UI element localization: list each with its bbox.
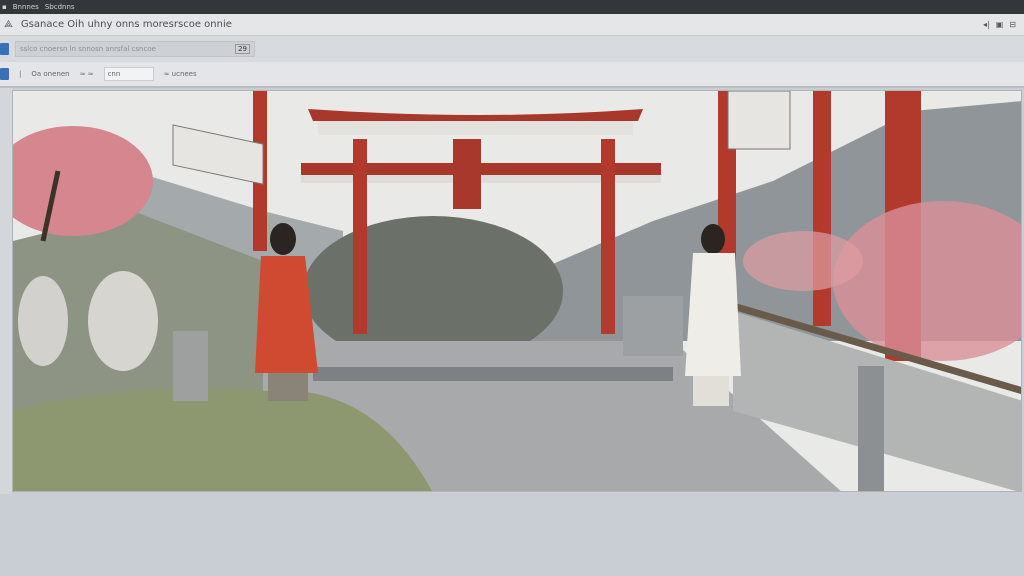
window-title: Gsanace Oih uhny onns moresrscoe onnie [20,19,232,30]
toolbar-item[interactable]: ≈ ucnees [164,70,197,78]
window-titlebar: ⟁ Gsanace Oih uhny onns moresrscoe onnie… [0,14,1024,36]
address-bar: sslco cnoersn ln snnosn anrsfal csncoe 2… [0,36,1024,62]
toolbar-item[interactable]: Oa onenen [31,70,69,78]
toolbar-item[interactable]: ≈ ≈ [80,70,94,78]
left-rail [0,88,12,494]
toolbar-input[interactable]: cnn [103,67,154,81]
address-input[interactable]: sslco cnoersn ln snnosn anrsfal csncoe 2… [15,41,255,57]
menu-item[interactable]: Bnnnes [13,3,39,11]
menu-item[interactable]: Sbcdnns [45,3,75,11]
page-icon [0,43,9,55]
system-menu-bar: ▪ Bnnnes Sbcdnns [0,0,1024,14]
image-canvas[interactable] [12,90,1022,492]
torii-gate-illustration [13,91,1021,491]
close-button[interactable]: ⊟ [1009,20,1016,29]
app-logo-icon: ⟁ [4,19,13,30]
tool-icon[interactable] [0,68,9,80]
toolbar: | Oa onenen ≈ ≈ cnn ≈ ucnees [0,62,1024,88]
toolbar-divider: | [19,70,22,78]
app-icon: ▪ [2,3,7,11]
address-badge[interactable]: 29 [235,44,250,54]
signal-icon: ◂| [983,20,990,29]
toolbar-input-value: cnn [107,70,121,78]
minimize-button[interactable]: ▣ [996,20,1004,29]
status-area [0,494,1024,576]
address-text: sslco cnoersn ln snnosn anrsfal csncoe [20,45,156,53]
